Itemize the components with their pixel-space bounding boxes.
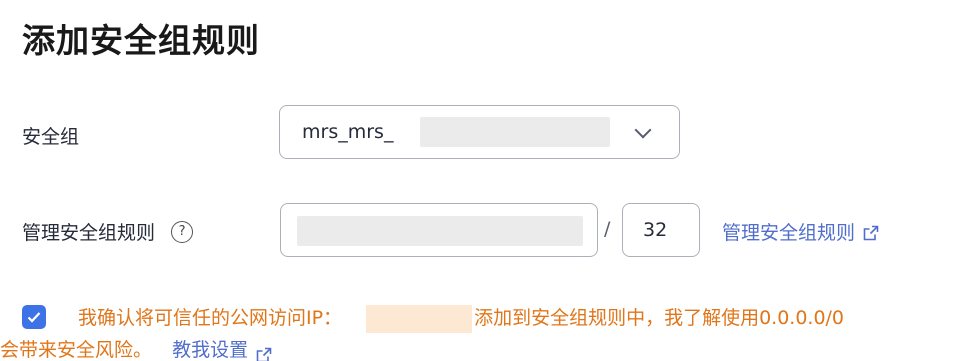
manage-rules-label: 管理安全组规则 (22, 222, 156, 244)
manage-rules-link[interactable]: 管理安全组规则 (722, 218, 879, 245)
external-link-icon (256, 342, 272, 361)
cidr-slash: / (604, 218, 611, 240)
redacted-region (366, 304, 473, 333)
teach-me-link-label: 教我设置 (172, 339, 249, 361)
security-group-label: 安全组 (22, 126, 80, 148)
security-group-select[interactable]: mrs_mrs_ (279, 105, 680, 159)
ip-address-input[interactable] (280, 203, 598, 257)
page-title: 添加安全组规则 (22, 21, 260, 60)
manage-rules-label-group: 管理安全组规则 ? (22, 218, 194, 245)
security-group-value: mrs_mrs_ (302, 121, 394, 143)
manage-rules-link-label: 管理安全组规则 (722, 222, 856, 244)
chevron-down-icon (634, 121, 652, 139)
redacted-region (297, 216, 583, 246)
checkmark-icon (27, 312, 41, 323)
teach-me-link[interactable]: 教我设置 (172, 335, 272, 361)
external-link-icon (863, 224, 879, 240)
help-icon[interactable]: ? (171, 220, 194, 243)
redacted-region (420, 117, 610, 147)
confirm-text-line2: 会带来安全风险。 (0, 339, 153, 361)
confirm-checkbox[interactable] (22, 305, 46, 329)
confirm-text-part2: 添加到安全组规则中，我了解使用0.0.0.0/0 (474, 307, 845, 329)
cidr-mask-input[interactable]: 32 (622, 203, 700, 257)
confirm-text-part1: 我确认将可信任的公网访问IP： (78, 307, 343, 329)
